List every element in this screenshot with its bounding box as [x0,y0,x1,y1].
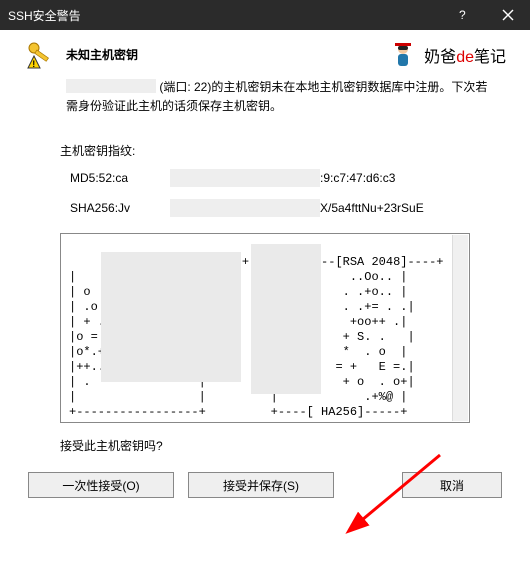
window-title: SSH安全警告 [8,7,440,24]
md5-redacted [170,169,320,187]
logo-suffix: 笔记 [474,49,506,66]
redacted-host [66,79,156,93]
ascii-redacted-left [101,252,241,382]
accept-once-button[interactable]: 一次性接受(O) [28,472,174,498]
button-row: 一次性接受(O) 接受并保存(S) 取消 [24,472,506,514]
titlebar: SSH安全警告 ? [0,0,530,30]
sha256-redacted [170,199,320,217]
logo-mid: de [456,49,474,66]
warning-message: (端口: 22)的主机密钥未在本地主机密钥数据库中注册。下次若需身份验证此主机的… [66,78,498,116]
md5-tail: :9:c7:47:d6:c3 [320,171,395,185]
logo-prefix: 奶爸 [424,49,456,66]
fingerprint-label: 主机密钥指纹: [60,142,470,159]
key-warning-icon: ! [24,40,56,72]
ascii-scrollbar[interactable] [452,235,468,421]
dialog-body: ! 未知主机密钥 奶爸de笔记 (端口: 22)的主机密钥未在本地主机密钥数据库… [0,30,530,514]
cancel-button[interactable]: 取消 [402,472,502,498]
brand-logo: 奶爸de笔记 [388,40,506,70]
md5-label: MD5:52:ca [70,171,170,185]
svg-text:?: ? [459,8,466,22]
ascii-art-box: +---[RSA 2048]----+ +---[RSA 2048]----+ … [60,233,470,423]
accept-save-button[interactable]: 接受并保存(S) [188,472,334,498]
fingerprint-grid: MD5:52:ca :9:c7:47:d6:c3 SHA256:Jv X/5a4… [70,169,470,217]
confirm-question: 接受此主机密钥吗? [60,437,470,454]
close-button[interactable] [485,0,530,30]
svg-text:!: ! [32,59,35,69]
header-title: 未知主机密钥 [66,40,378,63]
sha256-tail: X/5a4fttNu+23rSuE [320,201,424,215]
sha256-label: SHA256:Jv [70,201,170,215]
ascii-redacted-mid [251,244,321,394]
avatar-icon [388,40,418,70]
help-button[interactable]: ? [440,0,485,30]
